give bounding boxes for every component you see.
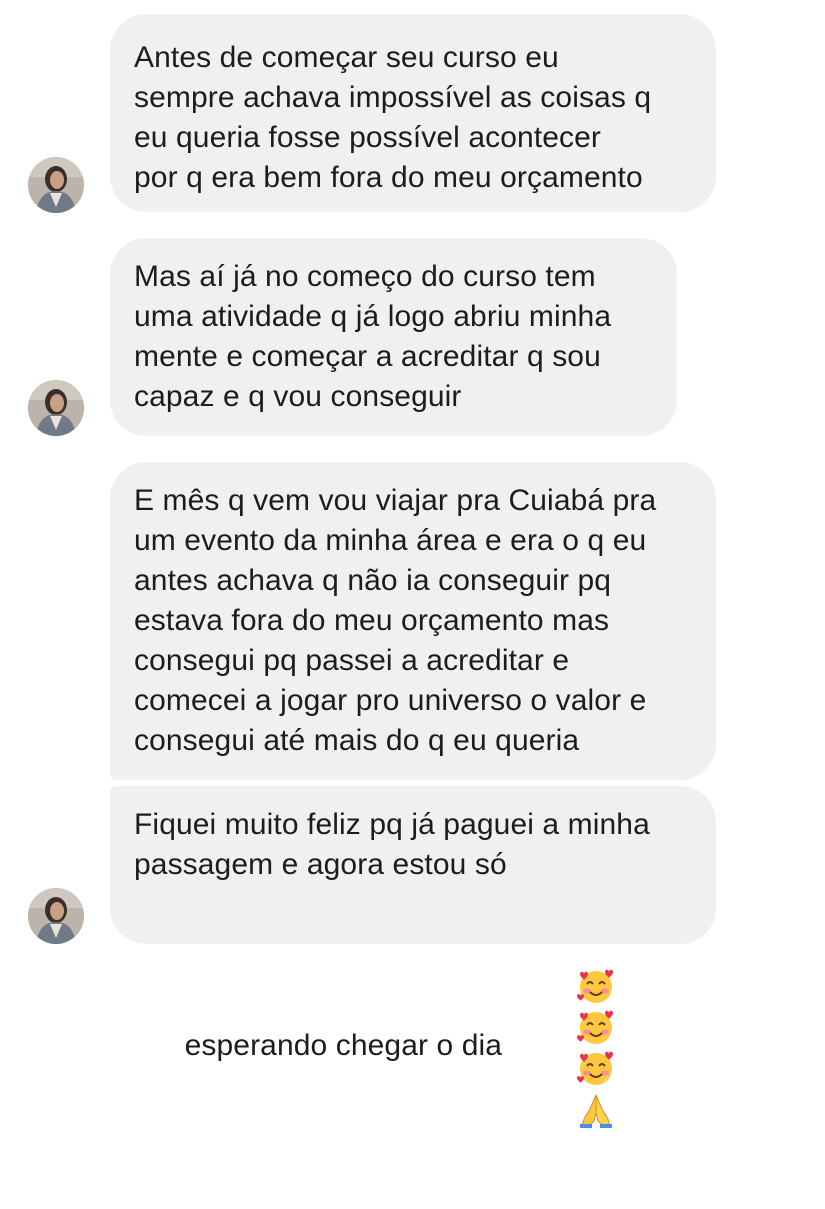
message-line: antes achava q não ia conseguir pq (134, 564, 612, 597)
message-line: consegui pq passei a acreditar e (134, 644, 570, 677)
message-line: uma atividade q já logo abriu minha (134, 300, 612, 333)
avatar[interactable] (28, 888, 84, 944)
message-line: esperando chegar o dia (184, 1029, 503, 1063)
smiling-face-with-hearts-icon (576, 969, 613, 1004)
message-line: estava fora do meu orçamento mas (134, 604, 610, 637)
message-line: sempre achava impossível as coisas q (134, 81, 652, 114)
folded-hands-icon (579, 1095, 612, 1129)
message-line: mente e começar a acreditar q sou (134, 340, 601, 373)
smiling-face-with-hearts-icon (576, 1010, 613, 1045)
message-line: consegui até mais do q eu queria (134, 724, 580, 757)
message-line: Fiquei muito feliz pq já paguei a minha (134, 808, 650, 841)
message-line: um evento da minha área e era o q eu (134, 524, 647, 557)
avatar[interactable] (28, 380, 84, 436)
avatar-photo-icon (28, 157, 84, 213)
message-bubble[interactable]: Antes de começar seu curso eu sempre ach… (110, 14, 716, 212)
message-line: Mas aí já no começo do curso tem (134, 260, 596, 293)
emoji-group (508, 925, 619, 1169)
avatar-photo-icon (28, 380, 84, 436)
message-line: por q era bem fora do meu orçamento (134, 161, 643, 194)
avatar-photo-icon (28, 888, 84, 944)
message-bubble[interactable]: Fiquei muito feliz pq já paguei a minha … (110, 786, 716, 1129)
message-line: comecei a jogar pro universo o valor e (134, 684, 647, 717)
message-line-with-emojis: esperando chegar o dia (134, 885, 620, 1209)
avatar[interactable] (28, 157, 84, 213)
message-line: capaz e q vou conseguir (134, 380, 462, 413)
message-line: Antes de começar seu curso eu (134, 41, 559, 74)
message-bubble[interactable]: Mas aí já no começo do curso tem uma ati… (110, 238, 677, 436)
smiling-face-with-hearts-icon (576, 1051, 613, 1086)
message-bubble[interactable]: E mês q vem vou viajar pra Cuiabá pra um… (110, 462, 716, 780)
message-line: passagem e agora estou só (134, 848, 507, 881)
message-line: E mês q vem vou viajar pra Cuiabá pra (134, 484, 657, 517)
message-line: eu queria fosse possível acontecer (134, 121, 602, 154)
